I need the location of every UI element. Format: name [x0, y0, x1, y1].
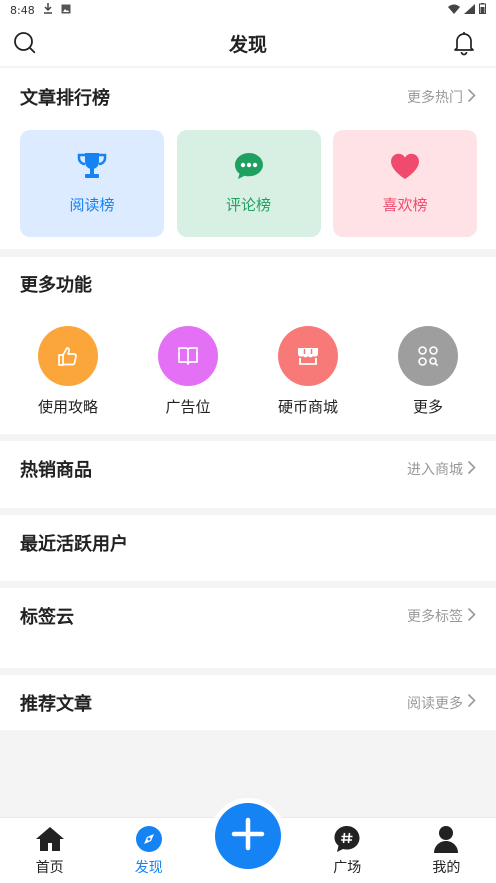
home-icon	[35, 824, 65, 854]
comment-ranking-card[interactable]: 评论榜	[176, 130, 321, 237]
section-title: 推荐文章	[20, 693, 92, 715]
heart-icon	[389, 152, 421, 184]
tab-home[interactable]: 首页	[0, 818, 99, 883]
more-link[interactable]: 更多标签	[407, 606, 476, 626]
book-icon	[158, 326, 218, 386]
tab-label: 我的	[432, 860, 461, 876]
ranking-header: 文章排行榜 更多热门	[20, 68, 476, 126]
section-title: 文章排行榜	[20, 88, 110, 109]
section-title: 更多功能	[20, 275, 92, 296]
create-post-button[interactable]	[215, 803, 281, 869]
active-users-header: 最近活跃用户	[20, 515, 476, 571]
like-ranking-card[interactable]: 喜欢榜	[333, 130, 477, 237]
signal-icon	[464, 3, 475, 17]
reading-ranking-card[interactable]: 阅读榜	[20, 130, 164, 237]
func-label: 广告位	[165, 398, 211, 416]
tag-cloud-header: 标签云 更多标签	[20, 588, 476, 644]
shop-icon	[278, 326, 338, 386]
status-time: 8:48	[10, 3, 35, 17]
func-label: 硬币商城	[277, 398, 338, 416]
ranking-section: 文章排行榜 更多热门 阅读榜 评论榜 喜欢榜	[0, 68, 496, 249]
battery-icon	[479, 3, 486, 17]
compass-icon	[134, 824, 164, 854]
tab-label: 发现	[134, 860, 163, 876]
func-label: 更多	[412, 398, 443, 416]
more-functions-button[interactable]: 更多	[373, 326, 483, 417]
hot-products-header: 热销商品 进入商城	[20, 441, 476, 497]
more-link[interactable]: 更多热门	[407, 87, 476, 107]
active-users-section: 最近活跃用户	[0, 515, 496, 581]
section-title: 标签云	[20, 607, 74, 628]
tab-label: 广场	[333, 860, 362, 876]
download-icon	[43, 3, 53, 17]
chevron-right-icon	[467, 693, 476, 712]
more-label: 进入商城	[407, 462, 463, 478]
hot-products-section: 热销商品 进入商城	[0, 441, 496, 508]
section-title: 热销商品	[20, 460, 92, 481]
page-title: 发现	[228, 33, 267, 56]
chevron-right-icon	[467, 88, 476, 107]
plus-icon	[231, 817, 265, 855]
more-label: 更多热门	[407, 90, 463, 106]
functions-section: 更多功能 使用攻略 广告位 硬币商城 更多	[0, 257, 496, 434]
hashtag-icon	[332, 824, 362, 854]
card-label: 评论榜	[225, 196, 271, 214]
card-label: 喜欢榜	[382, 196, 428, 214]
app-header: 发现	[0, 20, 496, 66]
comment-icon	[234, 152, 264, 184]
more-link[interactable]: 进入商城	[407, 459, 476, 479]
functions-header: 更多功能	[20, 257, 476, 311]
ad-slot-button[interactable]: 广告位	[133, 326, 243, 417]
section-title: 最近活跃用户	[20, 534, 128, 555]
image-notification-icon	[61, 4, 71, 17]
tab-discover[interactable]: 发现	[99, 818, 198, 883]
bell-icon[interactable]	[450, 29, 478, 57]
card-label: 阅读榜	[69, 196, 115, 214]
tab-label: 首页	[35, 860, 64, 876]
trophy-icon	[77, 152, 107, 184]
tab-profile[interactable]: 我的	[397, 818, 496, 883]
more-label: 阅读更多	[407, 695, 463, 712]
recommended-header: 推荐文章 阅读更多	[20, 675, 476, 730]
tag-cloud-section: 标签云 更多标签	[0, 588, 496, 668]
wifi-icon	[448, 4, 460, 17]
recommended-section: 推荐文章 阅读更多	[0, 675, 496, 730]
chevron-right-icon	[467, 607, 476, 626]
tab-square[interactable]: 广场	[298, 818, 397, 883]
more-label: 更多标签	[407, 609, 463, 625]
status-bar: 8:48	[0, 0, 496, 20]
more-link[interactable]: 阅读更多	[407, 693, 476, 713]
person-icon	[431, 824, 461, 854]
func-label: 使用攻略	[37, 398, 98, 416]
apps-icon	[398, 326, 458, 386]
coin-shop-button[interactable]: 硬币商城	[253, 326, 363, 417]
guide-button[interactable]: 使用攻略	[13, 326, 123, 417]
search-icon[interactable]	[11, 29, 39, 57]
thumbs-up-icon	[38, 326, 98, 386]
chevron-right-icon	[467, 460, 476, 479]
